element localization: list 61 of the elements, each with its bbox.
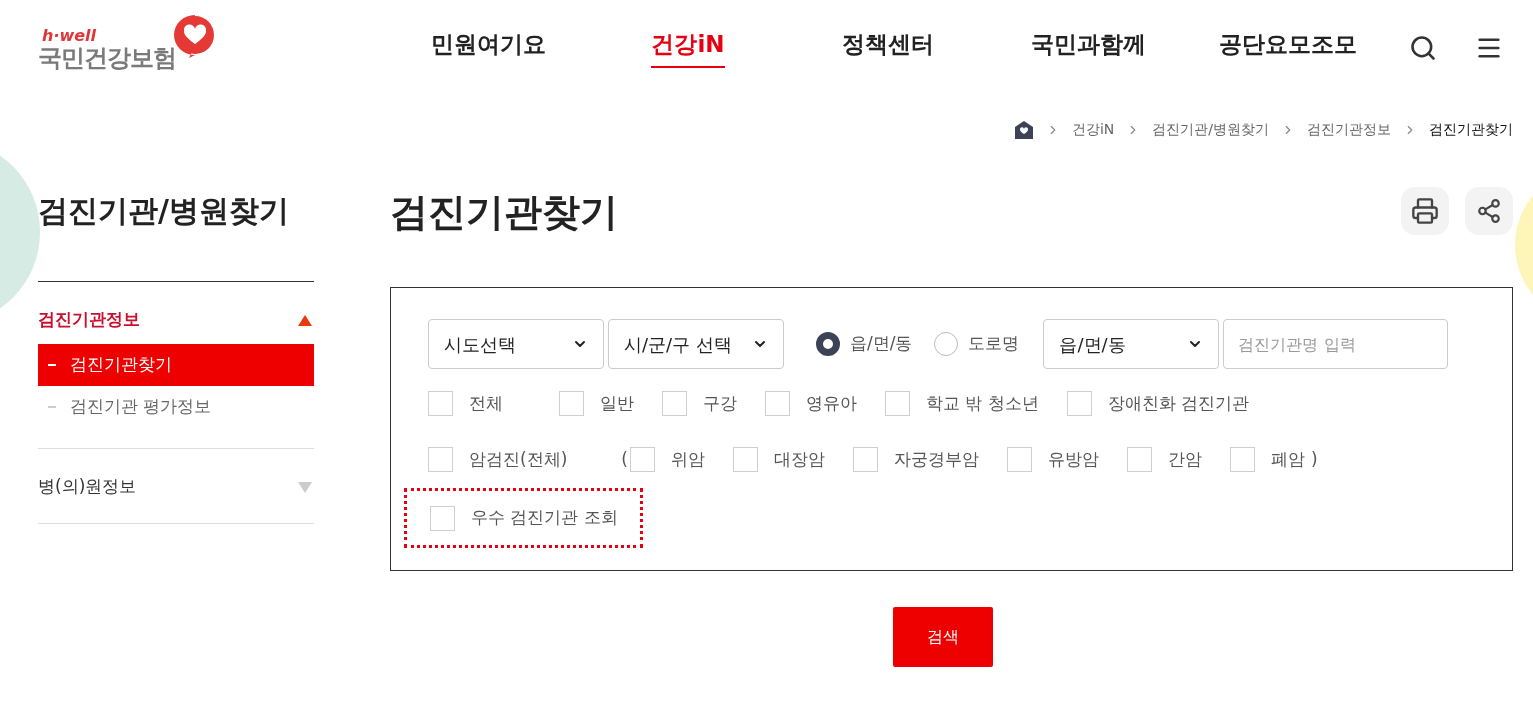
- breadcrumb-link[interactable]: 건강iN: [1071, 119, 1115, 140]
- checkbox-label: 전체: [469, 392, 503, 415]
- print-button[interactable]: [1401, 186, 1449, 235]
- radio-label: 읍/면/동: [850, 332, 913, 356]
- nav-link[interactable]: 건강iN: [588, 27, 788, 68]
- checkbox[interactable]: [885, 391, 910, 417]
- page-title: 검진기관찾기: [390, 189, 618, 236]
- region-select[interactable]: 시도선택: [428, 319, 604, 369]
- checkbox-label: 폐암: [1270, 447, 1305, 471]
- search-icon[interactable]: [1409, 33, 1437, 62]
- checkbox-label: 간암: [1167, 447, 1202, 471]
- sidebar-submenu-item[interactable]: 검진기관 평가정보: [38, 386, 314, 428]
- checkbox-label: 학교 밖 청소년: [926, 392, 1039, 415]
- checkbox[interactable]: [1126, 446, 1152, 472]
- checkbox[interactable]: [428, 446, 453, 472]
- checkbox[interactable]: [629, 446, 655, 472]
- printer-icon: [1411, 196, 1439, 225]
- checkbox-label: 암검진(전체): [469, 447, 568, 471]
- radio-button[interactable]: [816, 332, 840, 356]
- checkbox[interactable]: [765, 391, 790, 417]
- nav-link[interactable]: 국민과함께: [988, 27, 1188, 68]
- logo[interactable]: h·well 국민건강보험: [38, 11, 218, 74]
- share-button[interactable]: [1465, 186, 1513, 235]
- triangle-down-icon: [298, 481, 312, 493]
- checkbox[interactable]: [852, 446, 878, 472]
- breadcrumb-link[interactable]: 검진기관/병원찾기: [1152, 119, 1269, 140]
- home-icon[interactable]: [1013, 119, 1034, 140]
- checkbox-label: 영유아: [806, 392, 857, 415]
- checkbox[interactable]: [430, 505, 455, 531]
- checkbox-label: 일반: [600, 392, 634, 415]
- dong-select[interactable]: 읍/면/동: [1043, 319, 1220, 369]
- nav-link[interactable]: 정책센터: [788, 27, 988, 68]
- checkbox-label: 위암: [670, 447, 705, 471]
- nav-link[interactable]: 민원여기요: [388, 27, 588, 68]
- breadcrumb-link[interactable]: 검진기관찾기: [1429, 119, 1513, 140]
- checkbox-label: 우수 검진기관 조회: [471, 506, 618, 530]
- checkbox[interactable]: [1006, 446, 1032, 472]
- checkbox-label: 대장암: [773, 447, 825, 471]
- share-icon: [1476, 197, 1502, 224]
- sidebar-menu-item[interactable]: 병(의)원정보: [38, 449, 314, 523]
- checkbox[interactable]: [559, 391, 584, 417]
- checkbox[interactable]: [662, 391, 687, 417]
- parenthesis: ): [1310, 447, 1318, 471]
- region-select[interactable]: 시/군/구 선택: [608, 319, 784, 369]
- radio-label: 도로명: [968, 332, 1020, 356]
- breadcrumb-link[interactable]: 검진기관정보: [1307, 119, 1391, 140]
- institution-name-field[interactable]: 검진기관명 입력: [1223, 319, 1449, 369]
- triangle-up-icon: [298, 314, 312, 326]
- checkbox[interactable]: [428, 391, 453, 417]
- nav-link[interactable]: 공단요모조모: [1188, 27, 1388, 68]
- checkbox[interactable]: [732, 446, 758, 472]
- checkbox[interactable]: [1066, 391, 1092, 417]
- checkbox-label: 유방암: [1047, 447, 1099, 471]
- search-button[interactable]: 검색: [892, 607, 993, 667]
- checkbox-label: 장애친화 검진기관: [1107, 392, 1250, 415]
- checkbox-label: 구강: [703, 392, 737, 415]
- sidebar-submenu-item[interactable]: 검진기관찾기: [38, 344, 314, 386]
- checkbox[interactable]: [1229, 446, 1255, 472]
- parenthesis: (: [621, 447, 628, 471]
- sidebar-title: 검진기관/병원찾기: [38, 192, 290, 230]
- checkbox-label: 자궁경부암: [893, 447, 979, 471]
